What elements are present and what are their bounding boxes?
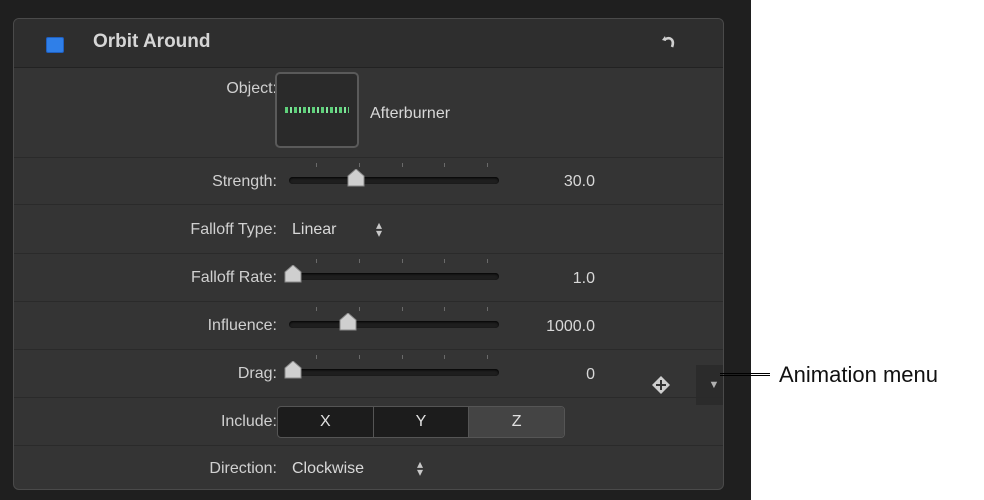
inspector-panel: Orbit Around Object: Afterburner Strengt… <box>0 0 751 500</box>
behavior-title: Orbit Around <box>93 31 211 52</box>
falloff-type-label: Falloff Type: <box>190 221 277 238</box>
drag-slider[interactable] <box>284 355 499 381</box>
direction-label: Direction: <box>209 460 277 477</box>
slider-track <box>289 273 499 280</box>
include-label: Include: <box>220 413 277 430</box>
reset-icon[interactable] <box>660 33 678 51</box>
strength-value[interactable]: 30.0 <box>564 173 595 191</box>
include-y-button[interactable]: Y <box>374 407 470 437</box>
include-segmented-control: X Y Z <box>277 406 565 438</box>
callout-line <box>720 373 770 376</box>
drag-value[interactable]: 0 <box>586 366 595 384</box>
falloff-rate-value[interactable]: 1.0 <box>573 270 595 288</box>
slider-thumb[interactable] <box>284 265 302 283</box>
slider-track <box>289 321 499 328</box>
strength-slider[interactable] <box>289 163 499 189</box>
object-row: Object: <box>14 67 723 157</box>
slider-track <box>289 177 499 184</box>
enable-checkbox[interactable] <box>46 37 64 53</box>
slider-thumb[interactable] <box>339 313 357 331</box>
popup-arrows-icon: ▴ ▾ <box>376 218 383 240</box>
include-x-button[interactable]: X <box>278 407 374 437</box>
direction-popup[interactable]: Clockwise <box>292 460 364 478</box>
slider-thumb[interactable] <box>347 169 365 187</box>
influence-value[interactable]: 1000.0 <box>546 318 595 336</box>
direction-row: Direction: <box>14 445 723 489</box>
falloff-rate-slider[interactable] <box>284 259 499 285</box>
object-well[interactable] <box>275 72 359 148</box>
falloff-rate-label: Falloff Rate: <box>191 269 277 286</box>
popup-arrows-icon: ▴ ▾ <box>417 457 424 479</box>
falloff-type-popup[interactable]: Linear <box>292 221 336 239</box>
influence-slider[interactable] <box>289 307 499 333</box>
callout-label: Animation menu <box>779 362 938 387</box>
falloff-type-row: Falloff Type: <box>14 204 723 254</box>
slider-track <box>289 369 499 376</box>
object-name: Afterburner <box>370 105 451 122</box>
drag-label: Drag: <box>237 365 277 382</box>
influence-label: Influence: <box>207 317 277 334</box>
strength-label: Strength: <box>212 173 277 190</box>
chevron-down-icon: ▼ <box>708 379 720 391</box>
slider-thumb[interactable] <box>284 361 302 379</box>
behavior-parameters-panel: Orbit Around Object: Afterburner Strengt… <box>13 18 724 490</box>
behavior-header: Orbit Around <box>14 19 723 68</box>
add-keyframe-icon[interactable] <box>651 375 671 395</box>
object-thumbnail <box>285 107 349 113</box>
include-z-button[interactable]: Z <box>469 407 564 437</box>
object-label: Object: <box>226 80 277 97</box>
